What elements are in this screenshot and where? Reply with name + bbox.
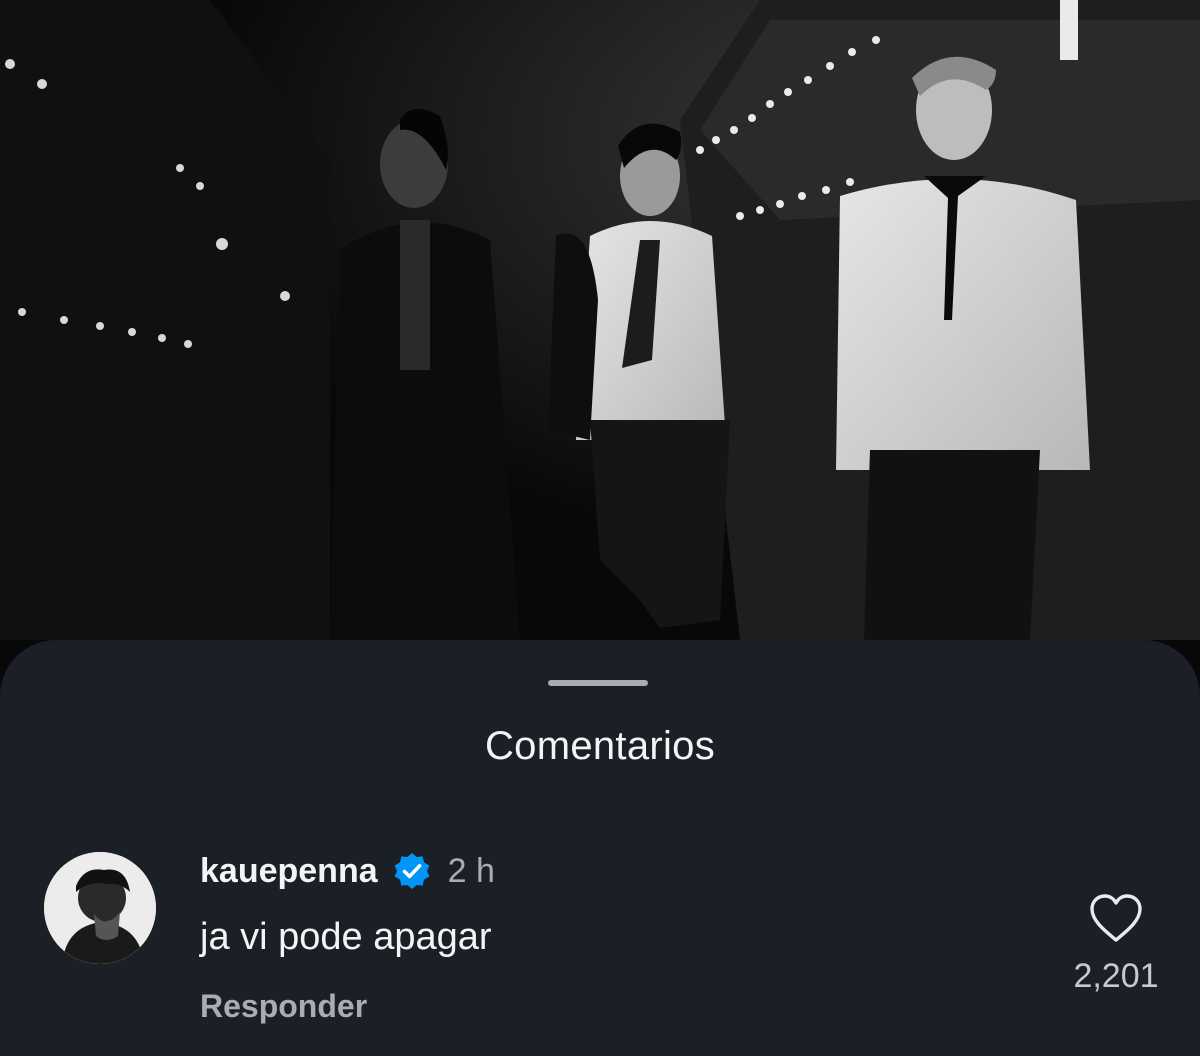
comment-time: 2 h (447, 851, 495, 890)
sheet-title: Comentarios (484, 724, 716, 768)
like-count: 2,201 (1073, 957, 1159, 995)
verified-badge-icon (394, 853, 430, 889)
screen: Comentarios kauepenna 2 h ja vi pode apa… (0, 0, 1200, 1056)
comment-header: kauepenna 2 h (200, 846, 495, 896)
like-control: 2,201 (1056, 892, 1176, 996)
avatar[interactable] (44, 852, 156, 964)
post-photo (0, 0, 1200, 700)
username[interactable]: kauepenna (200, 852, 378, 891)
comment-item: kauepenna 2 h ja vi pode apagar Responde… (0, 844, 1200, 1044)
comments-sheet: Comentarios kauepenna 2 h ja vi pode apa… (0, 640, 1200, 1056)
comment-text: ja vi pode apagar (200, 916, 492, 958)
drag-handle[interactable] (548, 680, 648, 686)
reply-button[interactable]: Responder (200, 988, 367, 1025)
heart-outline-icon[interactable] (1088, 892, 1144, 944)
